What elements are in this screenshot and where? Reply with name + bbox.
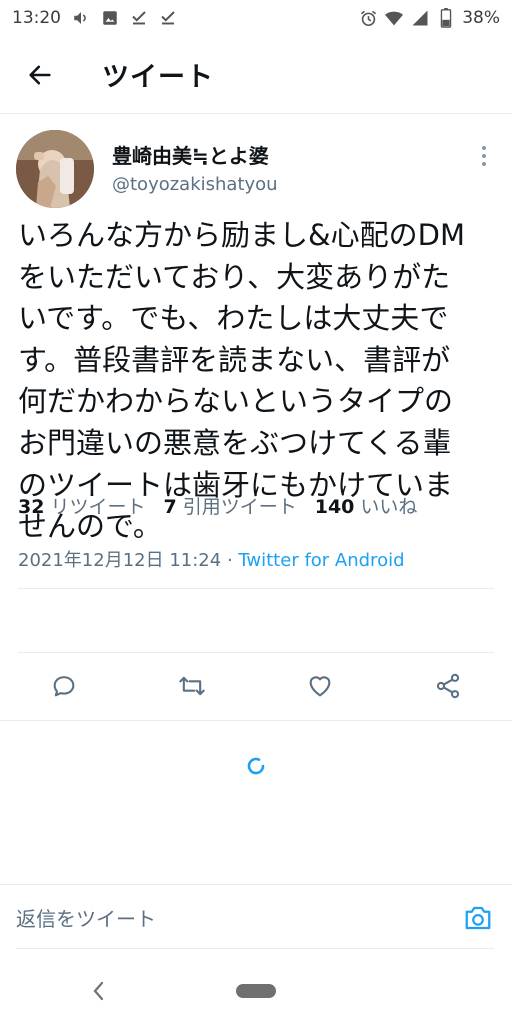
reply-button[interactable] bbox=[47, 669, 81, 703]
divider bbox=[16, 948, 494, 949]
author-name[interactable]: 豊崎由美≒とよ婆 bbox=[112, 140, 269, 169]
comment-icon bbox=[53, 676, 75, 697]
battery-icon bbox=[436, 8, 456, 28]
top-app-bar: ツイート bbox=[0, 36, 512, 114]
tweet-meta: 2021年12月12日 11:24 · Twitter for Android bbox=[18, 546, 405, 572]
system-home-pill[interactable] bbox=[236, 984, 276, 998]
system-nav-bar bbox=[0, 960, 512, 1024]
tweet-text-line: す。普段書評を読まない、書評が bbox=[18, 342, 451, 377]
back-button[interactable] bbox=[18, 53, 62, 97]
camera-icon bbox=[465, 906, 491, 930]
camera-button[interactable] bbox=[462, 903, 494, 933]
author-handle[interactable]: @toyozakishatyou bbox=[112, 174, 278, 195]
arrow-left-icon bbox=[29, 65, 51, 84]
divider bbox=[0, 720, 512, 721]
retweets-stat[interactable]: 32 リツイート bbox=[18, 492, 145, 519]
likes-label: いいね bbox=[360, 496, 418, 518]
alarm-icon bbox=[358, 8, 378, 28]
tweet-text-line: 何だかわからないというタイプの bbox=[18, 384, 454, 419]
tweet-actions bbox=[0, 655, 512, 717]
share-button[interactable] bbox=[431, 669, 465, 703]
status-bar: 13:20 38% bbox=[0, 0, 512, 36]
tweet-detail: 豊崎由美≒とよ婆 @toyozakishatyou いろんな方から励まし&心配の… bbox=[0, 114, 512, 571]
tweet-text-line: いろんな方から励まし&心配のDM bbox=[18, 218, 465, 252]
volume-icon bbox=[71, 8, 91, 28]
tweet-author-row: 豊崎由美≒とよ婆 @toyozakishatyou bbox=[0, 114, 512, 208]
download-done-icon bbox=[129, 8, 149, 28]
reply-input[interactable]: 返信をツイート bbox=[16, 895, 436, 939]
like-button[interactable] bbox=[303, 669, 337, 703]
meta-separator: · bbox=[221, 550, 239, 571]
more-vertical-icon bbox=[482, 146, 486, 150]
quotes-stat[interactable]: 7 引用ツイート bbox=[163, 492, 296, 519]
reply-bar: 返信をツイート bbox=[0, 884, 512, 949]
image-icon bbox=[100, 8, 120, 28]
heart-icon bbox=[309, 676, 331, 697]
battery-level: 38% bbox=[462, 8, 500, 28]
likes-stat[interactable]: 140 いいね bbox=[315, 492, 418, 519]
tweet-timestamp[interactable]: 2021年12月12日 11:24 bbox=[18, 550, 221, 571]
system-back-button[interactable] bbox=[86, 976, 110, 1006]
tweet-source-link[interactable]: Twitter for Android bbox=[238, 550, 404, 571]
tweet-stats: 32 リツイート 7 引用ツイート 140 いいね bbox=[18, 492, 417, 519]
tweet-text-line: をいただいており、大変ありがた bbox=[18, 259, 451, 294]
more-options-button[interactable] bbox=[474, 142, 494, 170]
signal-icon bbox=[410, 8, 430, 28]
page-title: ツイート bbox=[102, 62, 214, 93]
retweets-count: 32 bbox=[18, 496, 45, 518]
retweet-icon bbox=[179, 676, 205, 696]
wifi-icon bbox=[384, 8, 404, 28]
share-icon bbox=[436, 673, 460, 699]
chevron-left-icon bbox=[93, 981, 104, 1001]
divider bbox=[18, 588, 494, 589]
retweets-label: リツイート bbox=[50, 496, 146, 518]
retweet-button[interactable] bbox=[175, 669, 209, 703]
tweet-text-line: いです。でも、わたしは大丈夫で bbox=[18, 301, 449, 336]
download-done-icon-2 bbox=[158, 8, 178, 28]
tweet-text-line: お門違いの悪意をぶつけてくる輩 bbox=[18, 425, 452, 460]
status-time: 13:20 bbox=[12, 8, 61, 28]
avatar[interactable] bbox=[16, 130, 94, 208]
likes-count: 140 bbox=[314, 496, 355, 518]
divider bbox=[18, 652, 494, 653]
quotes-label: 引用ツイート bbox=[182, 496, 297, 518]
loading-spinner-icon bbox=[247, 757, 265, 775]
quotes-count: 7 bbox=[163, 496, 177, 518]
